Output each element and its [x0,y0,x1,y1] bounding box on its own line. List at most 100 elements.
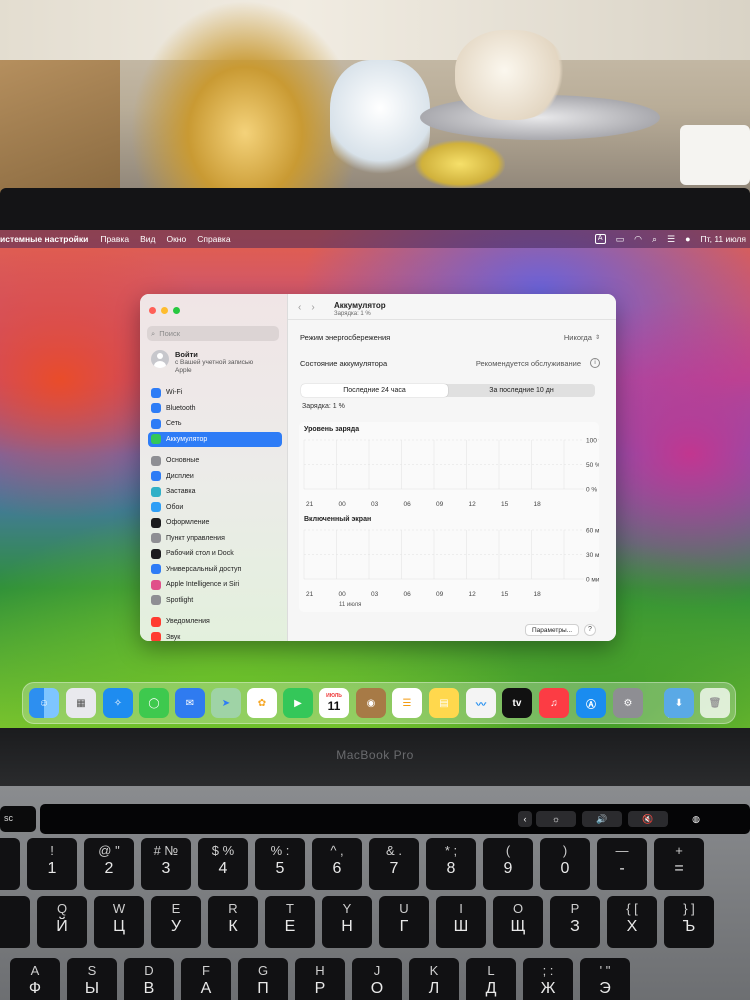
low-power-select[interactable]: Никогда ⇕ [564,333,600,342]
key[interactable]: UГ [379,896,429,948]
sidebar-item-8[interactable]: Оформление [148,515,282,531]
key[interactable]: ' " Э [580,958,630,1000]
key[interactable]: PЗ [550,896,600,948]
sidebar-item-15[interactable]: Звук [148,630,282,641]
mail-icon[interactable]: ✉ [175,688,205,718]
photos-icon[interactable]: ✿ [247,688,277,718]
key[interactable]: IШ [436,896,486,948]
sidebar-item-0[interactable]: Wi-Fi [148,385,282,401]
volume-icon[interactable]: 🔊 [582,811,622,827]
key[interactable]: WЦ [94,896,144,948]
key[interactable]: QЙ [37,896,87,948]
info-icon[interactable]: i [590,358,600,368]
calendar-icon[interactable]: ИЮЛЬ 11 [319,688,349,718]
key[interactable]: DВ [124,958,174,1000]
menu-clock[interactable]: Пт, 11 июля [701,234,746,244]
menu-app-name[interactable]: истемные настройки [0,234,88,244]
key[interactable]: KЛ [409,958,459,1000]
tab-last-10d[interactable]: За последние 10 дн [448,384,595,397]
key[interactable]: ~ [0,838,20,890]
trash-icon[interactable]: 🗑 [700,688,730,718]
key[interactable]: YН [322,896,372,948]
sidebar-item-5[interactable]: Дисплеи [148,469,282,485]
menu-window[interactable]: Окно [166,234,186,244]
help-button[interactable]: ? [584,624,596,636]
battery-status-icon[interactable]: ▭ [616,234,625,245]
touchbar-collapse-icon[interactable]: ‹ [518,811,532,827]
zoom-button[interactable] [173,307,180,314]
system-settings-icon[interactable]: ⚙ [613,688,643,718]
siri-touchbar-icon[interactable]: ◍ [680,811,712,827]
sidebar-item-2[interactable]: Сеть [148,416,282,432]
finder-icon[interactable]: ☺ [29,688,59,718]
safari-icon[interactable]: ✧ [103,688,133,718]
key[interactable]: EУ [151,896,201,948]
app-store-icon[interactable]: Ⓐ [576,688,606,718]
key[interactable]: GП [238,958,288,1000]
input-source-icon[interactable]: A [594,234,606,244]
maps-icon[interactable]: ➤ [211,688,241,718]
sidebar-item-1[interactable]: Bluetooth [148,401,282,417]
back-icon[interactable]: ‹ [298,302,301,313]
spotlight-icon[interactable]: ⌕ [652,234,657,245]
sidebar-item-11[interactable]: Универсальный доступ [148,562,282,578]
options-button[interactable]: Параметры... [525,624,580,636]
sidebar-search[interactable]: ⌕ Поиск [147,326,279,341]
notes-icon[interactable]: ▤ [429,688,459,718]
key[interactable]: (9 [483,838,533,890]
launchpad-icon[interactable]: ▦ [66,688,96,718]
key[interactable]: JО [352,958,402,1000]
menu-view[interactable]: Вид [140,234,155,244]
sidebar-item-3[interactable]: Аккумулятор [148,431,282,447]
sidebar-item-14[interactable]: Уведомления [148,614,282,630]
forward-icon[interactable]: › [311,302,314,313]
key[interactable]: } ] Ъ [664,896,714,948]
key[interactable]: ^ , 6 [312,838,362,890]
siri-icon[interactable]: ● [685,234,690,244]
key[interactable]: ! 1 [27,838,77,890]
key[interactable]: — - [597,838,647,890]
key[interactable]: ) 0 [540,838,590,890]
facetime-icon[interactable]: ▶ [283,688,313,718]
close-button[interactable] [149,307,156,314]
key[interactable]: SЫ [67,958,117,1000]
key[interactable]: FА [181,958,231,1000]
music-icon[interactable]: ♫ [539,688,569,718]
brightness-icon[interactable]: ☼ [536,811,576,827]
wifi-icon[interactable]: ◠ [634,234,642,245]
key[interactable]: # № 3 [141,838,191,890]
reminders-icon[interactable]: ☰ [392,688,422,718]
key[interactable] [0,896,30,948]
key[interactable]: @ " 2 [84,838,134,890]
sidebar-item-10[interactable]: Рабочий стол и Dock [148,546,282,562]
sidebar-item-9[interactable]: Пункт управления [148,531,282,547]
minimize-button[interactable] [161,307,168,314]
key[interactable]: $ % 4 [198,838,248,890]
key[interactable]: % : 5 [255,838,305,890]
messages-icon[interactable]: ◯ [139,688,169,718]
tab-last-24h[interactable]: Последние 24 часа [301,384,448,397]
sidebar-item-12[interactable]: Apple Intelligence и Siri [148,577,282,593]
menu-edit[interactable]: Правка [100,234,129,244]
control-center-icon[interactable]: ☰ [667,234,675,245]
key[interactable]: OЩ [493,896,543,948]
sidebar-item-6[interactable]: Заставка [148,484,282,500]
esc-key[interactable]: sc [0,806,36,832]
tv-icon[interactable]: tv [502,688,532,718]
sidebar-item-7[interactable]: Обои [148,500,282,516]
key[interactable]: & . 7 [369,838,419,890]
key[interactable]: AФ [10,958,60,1000]
contacts-icon[interactable]: ◉ [356,688,386,718]
sidebar-item-4[interactable]: Основные [148,453,282,469]
key[interactable]: LД [466,958,516,1000]
sidebar-item-13[interactable]: Spotlight [148,593,282,609]
downloads-folder-icon[interactable]: ⬇ [664,688,694,718]
key[interactable]: TЕ [265,896,315,948]
mute-icon[interactable]: 🔇 [628,811,668,827]
key[interactable]: RК [208,896,258,948]
key[interactable]: { [Х [607,896,657,948]
freeform-icon[interactable]: 〰 [466,688,496,718]
key[interactable]: + = [654,838,704,890]
apple-account[interactable]: Войти с Вашей учетной записью Apple [151,350,253,375]
key[interactable]: ; : Ж [523,958,573,1000]
